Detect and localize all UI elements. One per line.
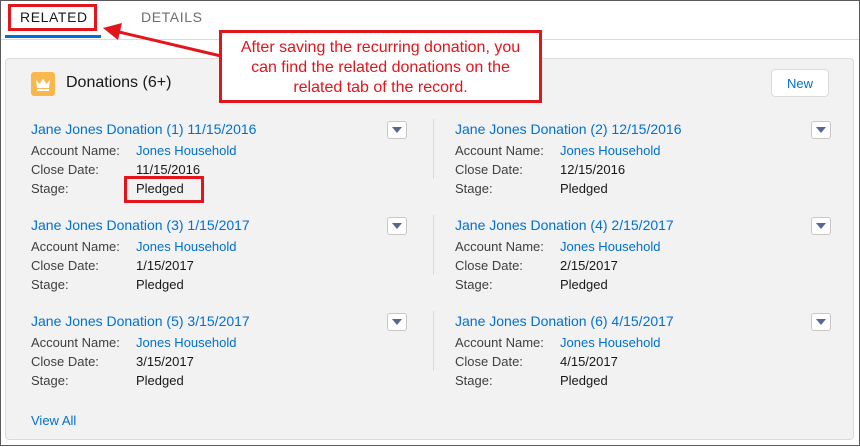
- annotation-callout: After saving the recurring donation, you…: [219, 30, 542, 103]
- screenshot-frame: RELATED DETAILS Donations (6+) New Jane …: [0, 0, 860, 446]
